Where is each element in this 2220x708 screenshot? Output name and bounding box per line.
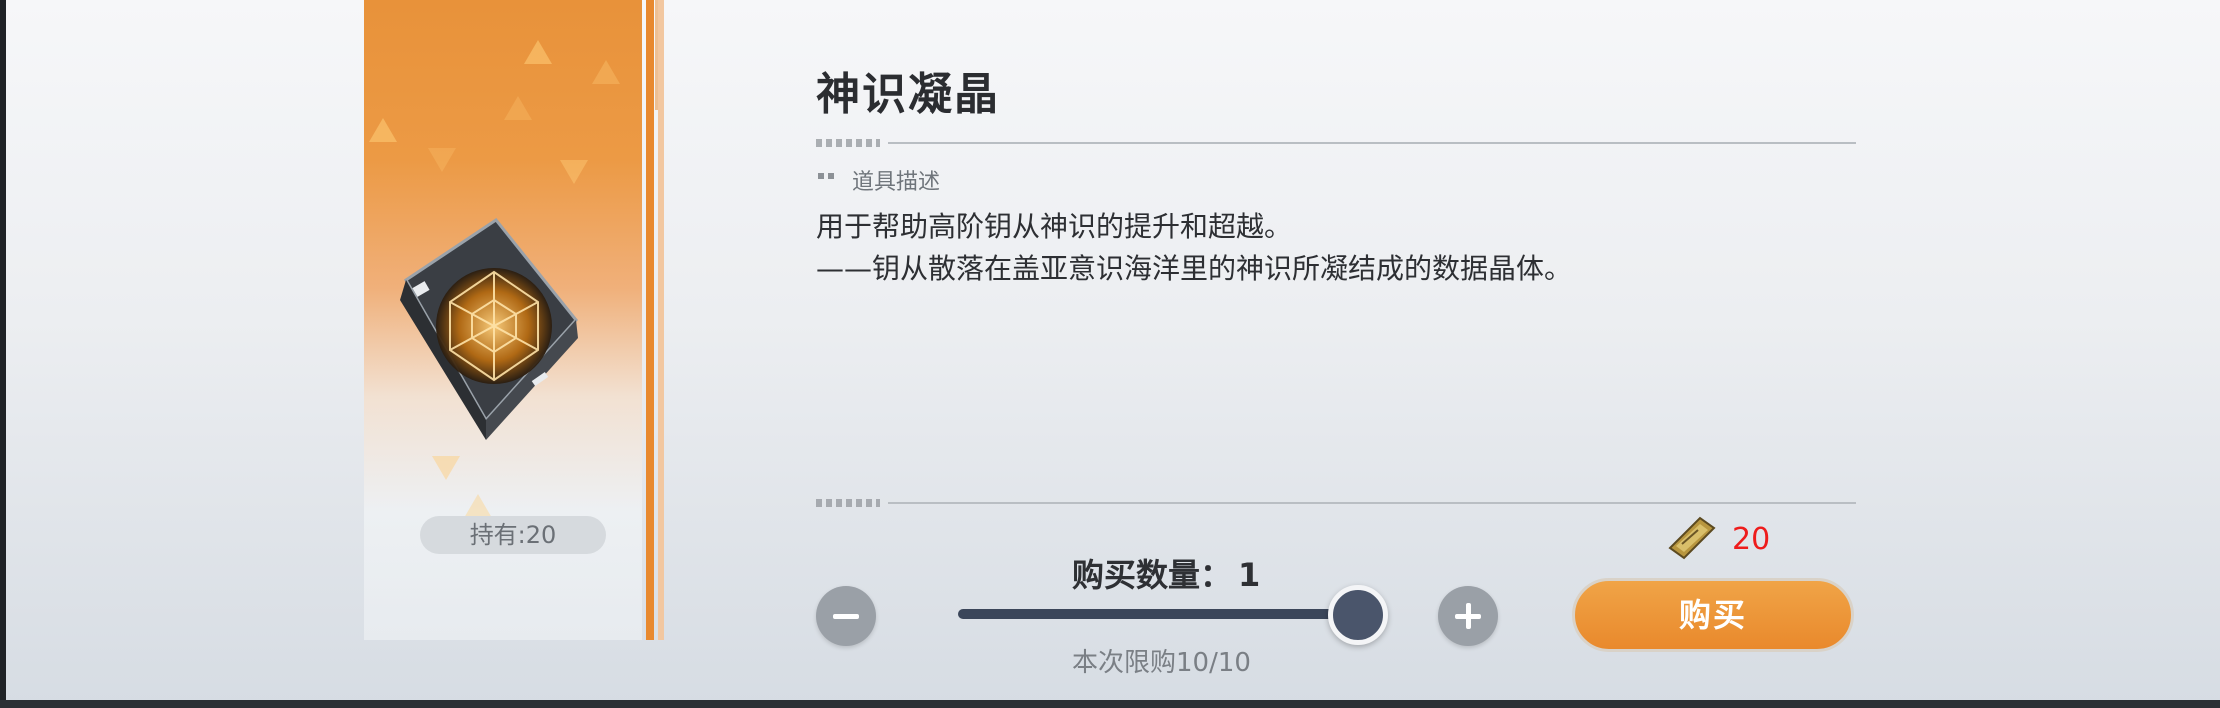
window-bottom-edge [0,700,2220,708]
decor-triangle [428,148,456,172]
divider [816,139,1856,147]
decor-triangle [504,96,532,120]
buy-button[interactable]: 购买 [1572,578,1854,652]
decor-triangle [560,160,588,184]
gold-ticket-icon [1668,516,1716,560]
price-value: 20 [1732,522,1771,557]
decrease-button[interactable] [816,586,876,646]
quantity-slider[interactable] [958,585,1388,645]
section-mark [818,173,838,179]
item-description: 用于帮助高阶钥从神识的提升和超越。 ——钥从散落在盖亚意识海洋里的神识所凝结成的… [816,206,1572,290]
card-stripe [646,0,654,640]
slider-handle[interactable] [1328,585,1388,645]
decor-triangle [464,494,492,518]
item-title: 神识凝晶 [816,69,1000,120]
item-card: 持有:20 [364,0,642,640]
plus-icon [1466,603,1471,629]
decor-triangle [524,40,552,64]
owned-count: 持有:20 [420,516,606,554]
crystal-cube-icon [400,217,578,440]
minus-icon [833,614,859,619]
slider-fill [958,609,1358,619]
section-label: 道具描述 [852,170,941,195]
purchase-limit: 本次限购10/10 [1072,648,1251,678]
quantity-label-text: 购买数量： [1072,556,1233,594]
quantity-label: 购买数量： 1 [1072,550,1260,596]
divider [816,499,1856,507]
quantity-value: 1 [1238,556,1261,594]
window-left-edge [0,0,6,708]
description-line: 用于帮助高阶钥从神识的提升和超越。 [816,210,1293,243]
decor-triangle [592,60,620,84]
decor-triangle [369,118,397,142]
description-line: ——钥从散落在盖亚意识海洋里的神识所凝结成的数据晶体。 [816,252,1573,285]
increase-button[interactable] [1438,586,1498,646]
decor-triangle [432,456,460,480]
card-stripe [658,0,664,640]
